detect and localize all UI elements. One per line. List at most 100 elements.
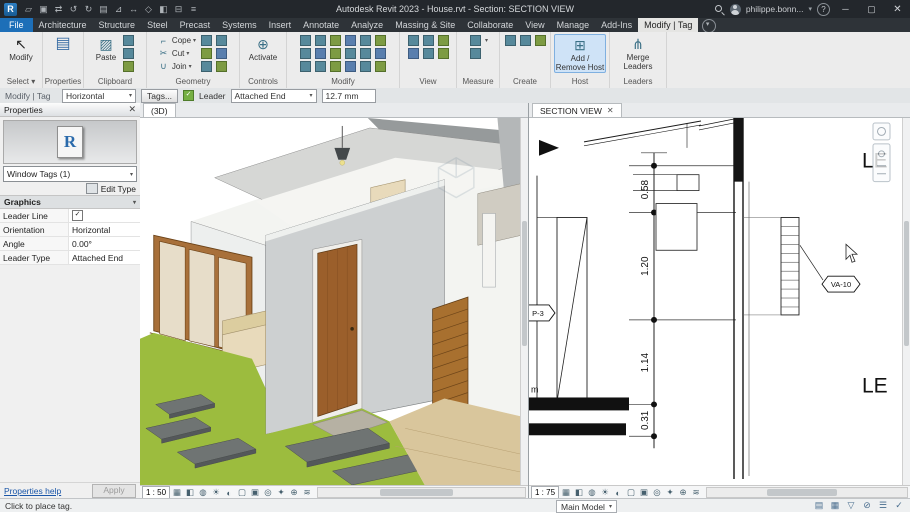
redo-icon[interactable]: ↻ bbox=[81, 2, 96, 16]
tab-analyze[interactable]: Analyze bbox=[345, 18, 389, 32]
tab-file[interactable]: File bbox=[0, 18, 33, 32]
orientation-dropdown[interactable]: Horizontal ▾ bbox=[62, 89, 136, 103]
help-icon[interactable]: ? bbox=[817, 3, 830, 16]
section-canvas[interactable]: 0.58 1.20 1.14 0.31 bbox=[529, 118, 910, 485]
modify-tool-button[interactable]: ↖ Modify bbox=[9, 34, 33, 63]
paint-icon[interactable] bbox=[199, 60, 214, 73]
default-3d-view-icon[interactable]: ◧ bbox=[156, 2, 171, 16]
show-crop-icon[interactable]: ▣ bbox=[249, 487, 261, 498]
tag-icon[interactable]: ◇ bbox=[141, 2, 156, 16]
crop-view-icon[interactable]: ▢ bbox=[625, 487, 637, 498]
wood-door[interactable] bbox=[313, 239, 362, 422]
reveal-hidden-icon[interactable]: ⊕ bbox=[677, 487, 689, 498]
undo-icon[interactable]: ↺ bbox=[66, 2, 81, 16]
panel-controls-label[interactable]: Controls bbox=[240, 76, 286, 88]
dormer-icon[interactable] bbox=[373, 60, 388, 73]
scale-icon[interactable] bbox=[343, 47, 358, 60]
temporary-view-properties-icon[interactable]: ≋ bbox=[301, 487, 313, 498]
cope-button[interactable]: ⌐ Cope ▾ bbox=[157, 34, 196, 47]
merge-leaders-button[interactable]: ⋔ Merge Leaders bbox=[613, 34, 663, 71]
view-tab-section[interactable]: SECTION VIEW ✕ bbox=[532, 103, 622, 117]
minimize-button[interactable]: ─ bbox=[835, 0, 856, 18]
override-graphics-icon[interactable] bbox=[436, 34, 451, 47]
navigation-bar[interactable] bbox=[873, 123, 890, 182]
account-caret-icon[interactable]: ▾ bbox=[808, 5, 812, 13]
split-icon[interactable] bbox=[313, 47, 328, 60]
properties-close-icon[interactable]: ✕ bbox=[128, 104, 136, 115]
panel-view-label[interactable]: View bbox=[400, 76, 456, 88]
move-icon[interactable] bbox=[343, 34, 358, 47]
leader-offset-input[interactable]: 12.7 mm bbox=[322, 89, 376, 103]
panel-leaders-label[interactable]: Leaders bbox=[610, 76, 666, 88]
render-icon[interactable]: ◍ bbox=[197, 487, 209, 498]
exclude-options-icon[interactable]: ⊘ bbox=[861, 500, 873, 511]
thin-lines-icon[interactable]: ≡ bbox=[186, 2, 201, 16]
temporary-hide-icon[interactable]: ✦ bbox=[664, 487, 676, 498]
isolate-icon[interactable] bbox=[421, 34, 436, 47]
measure-tool-icon[interactable] bbox=[468, 34, 483, 47]
tab-precast[interactable]: Precast bbox=[174, 18, 217, 32]
sun-path-icon[interactable]: ☀ bbox=[599, 487, 611, 498]
revit-app-icon[interactable]: R bbox=[4, 3, 17, 16]
panel-create-label[interactable]: Create bbox=[500, 76, 550, 88]
tab-architecture[interactable]: Architecture bbox=[33, 18, 93, 32]
lock-3d-icon[interactable]: ◎ bbox=[262, 487, 274, 498]
show-crop-icon[interactable]: ▣ bbox=[638, 487, 650, 498]
extend-icon[interactable] bbox=[313, 60, 328, 73]
dim-value[interactable]: 1.14 bbox=[640, 353, 651, 373]
dim-value[interactable]: 0.58 bbox=[640, 179, 651, 199]
copy-to-clipboard-icon[interactable] bbox=[121, 47, 136, 60]
detail-level-icon[interactable]: ▦ bbox=[171, 487, 183, 498]
crop-view-icon[interactable]: ▢ bbox=[236, 487, 248, 498]
3d-vertical-scrollbar[interactable] bbox=[520, 118, 528, 485]
trim-icon[interactable] bbox=[298, 47, 313, 60]
join-button[interactable]: ∪ Join ▾ bbox=[157, 60, 196, 73]
hide-elements-icon[interactable] bbox=[406, 34, 421, 47]
filter-icon[interactable]: ▽ bbox=[845, 500, 857, 511]
panel-clipboard-label[interactable]: Clipboard bbox=[84, 76, 146, 88]
section-horizontal-scrollbar[interactable] bbox=[706, 487, 908, 498]
tab-steel[interactable]: Steel bbox=[141, 18, 174, 32]
orientation-property-value[interactable]: Horizontal bbox=[69, 223, 140, 236]
dim-value[interactable]: 1.20 bbox=[640, 256, 651, 276]
select-toggle-icon[interactable]: ✓ bbox=[893, 500, 905, 511]
add-remove-host-button[interactable]: ⊞ Add / Remove Host bbox=[554, 34, 606, 73]
search-icon[interactable] bbox=[713, 3, 725, 15]
wall-opening-icon[interactable] bbox=[358, 60, 373, 73]
dimension-icon[interactable]: ↔ bbox=[126, 2, 141, 16]
mirror-icon[interactable] bbox=[328, 34, 343, 47]
tab-modify-tag[interactable]: Modify | Tag bbox=[638, 18, 698, 32]
pin-icon[interactable] bbox=[358, 47, 373, 60]
level-label-lower[interactable]: LE bbox=[862, 375, 888, 398]
tab-annotate[interactable]: Annotate bbox=[297, 18, 345, 32]
edit-type-button[interactable]: Edit Type bbox=[101, 184, 136, 194]
tab-collaborate[interactable]: Collaborate bbox=[461, 18, 519, 32]
reveal-hidden-icon[interactable]: ⊕ bbox=[288, 487, 300, 498]
cut-to-clipboard-icon[interactable] bbox=[121, 34, 136, 47]
tab-view[interactable]: View bbox=[519, 18, 550, 32]
unpin-icon[interactable] bbox=[373, 47, 388, 60]
tab-systems[interactable]: Systems bbox=[216, 18, 263, 32]
rotate-icon[interactable] bbox=[373, 34, 388, 47]
account-name[interactable]: philippe.bonn... bbox=[746, 4, 804, 14]
create-similar-icon[interactable] bbox=[518, 34, 533, 47]
cut-profile-icon[interactable] bbox=[421, 47, 436, 60]
design-option-dropdown[interactable]: Main Model ▾ bbox=[556, 500, 617, 513]
properties-toggle-button[interactable]: ▤ bbox=[51, 34, 75, 54]
tab-addins[interactable]: Add-Ins bbox=[595, 18, 638, 32]
close-view-icon[interactable]: ✕ bbox=[607, 106, 614, 115]
apply-coping-icon[interactable] bbox=[199, 34, 214, 47]
sun-path-icon[interactable]: ☀ bbox=[210, 487, 222, 498]
tags-button[interactable]: Tags... bbox=[141, 89, 178, 103]
angle-property-value[interactable]: 0.00° bbox=[69, 237, 140, 250]
displace-icon[interactable] bbox=[436, 47, 451, 60]
worksets-icon[interactable]: ▦ bbox=[829, 500, 841, 511]
tab-structure[interactable]: Structure bbox=[93, 18, 142, 32]
measure-icon[interactable]: ⊿ bbox=[111, 2, 126, 16]
worksharing-icon[interactable]: ▤ bbox=[813, 500, 825, 511]
split-face-icon[interactable] bbox=[214, 60, 229, 73]
3d-canvas[interactable] bbox=[140, 118, 528, 485]
type-selector-dropdown[interactable]: Window Tags (1) ▾ bbox=[3, 166, 137, 182]
apply-button[interactable]: Apply bbox=[92, 484, 136, 498]
leader-end-dropdown[interactable]: Attached End ▾ bbox=[231, 89, 317, 103]
